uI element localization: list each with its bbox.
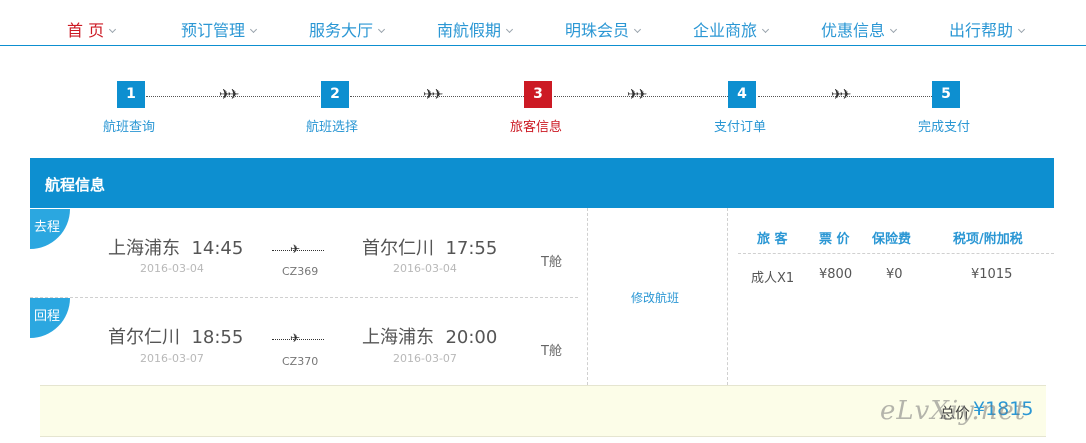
step-number: 1	[117, 81, 145, 108]
top-nav: 首 页 预订管理 服务大厅 南航假期 明珠会员 企业商旅 优惠信息 出行帮助	[0, 0, 1086, 46]
chevron-down-icon	[505, 25, 514, 34]
fare-cell-passenger: 成人X1	[751, 271, 795, 286]
step-number: 4	[728, 81, 756, 108]
chevron-down-icon	[761, 25, 770, 34]
plane-icon: ✈✈	[627, 87, 648, 103]
flight-number: CZ369	[282, 265, 319, 278]
fare-header-insurance: 保险费	[872, 232, 912, 247]
outbound-departure: 上海浦东 14:45	[108, 234, 243, 260]
modify-flight-link[interactable]: 修改航班	[631, 289, 679, 306]
segment-divider	[30, 297, 578, 298]
itinerary-header: 航程信息	[30, 158, 1054, 208]
column-divider	[587, 208, 588, 385]
outbound-arrival: 首尔仁川 17:55	[362, 234, 497, 260]
departure-time: 14:45	[191, 238, 244, 259]
departure-city: 上海浦东	[108, 238, 180, 259]
step-label: 支付订单	[714, 120, 767, 135]
nav-item-label: 预订管理	[181, 21, 246, 40]
step-label: 航班查询	[103, 120, 156, 135]
fare-cell-insurance: ¥0	[886, 267, 903, 282]
nav-item-label: 企业商旅	[693, 21, 758, 40]
nav-item-booking[interactable]: 预订管理	[181, 17, 258, 41]
arrival-date: 2016-03-07	[393, 352, 457, 365]
nav-item-label: 明珠会员	[565, 21, 630, 40]
arrival-time: 20:00	[445, 327, 498, 348]
nav-item-offers[interactable]: 优惠信息	[821, 17, 898, 41]
chevron-down-icon	[1017, 25, 1026, 34]
fare-header-passenger: 旅 客	[757, 232, 788, 247]
return-departure: 首尔仁川 18:55	[108, 323, 243, 349]
arrival-time: 17:55	[445, 238, 498, 259]
outbound-tag: 去程	[30, 209, 70, 249]
arrival-date: 2016-03-04	[393, 262, 457, 275]
departure-date: 2016-03-07	[140, 352, 204, 365]
return-tag: 回程	[30, 298, 70, 338]
fare-header-price: 票 价	[819, 232, 850, 247]
nav-item-home[interactable]: 首 页	[67, 17, 117, 41]
nav-item-business[interactable]: 企业商旅	[693, 17, 770, 41]
plane-icon: ✈✈	[219, 87, 240, 103]
column-divider	[727, 208, 728, 385]
plane-icon: ✈	[290, 242, 301, 256]
nav-item-label: 优惠信息	[821, 21, 886, 40]
fare-header-divider	[738, 253, 1054, 254]
return-arrival: 上海浦东 20:00	[362, 323, 497, 349]
plane-icon: ✈✈	[831, 87, 852, 103]
nav-item-label: 南航假期	[437, 21, 502, 40]
departure-time: 18:55	[191, 327, 244, 348]
nav-item-label: 服务大厅	[309, 21, 374, 40]
step-number-current: 3	[524, 81, 552, 108]
chevron-down-icon	[889, 25, 898, 34]
arrival-city: 首尔仁川	[362, 238, 434, 259]
itinerary-title: 航程信息	[45, 176, 106, 194]
fare-cell-price: ¥800	[819, 267, 853, 282]
plane-icon: ✈✈	[423, 87, 444, 103]
departure-city: 首尔仁川	[108, 327, 180, 348]
step-label: 航班选择	[306, 120, 359, 135]
cabin-class: T舱	[541, 344, 562, 359]
fare-cell-tax: ¥1015	[971, 267, 1013, 282]
outbound-tag-label: 去程	[34, 220, 61, 235]
cabin-class: T舱	[541, 255, 562, 270]
chevron-down-icon	[109, 25, 117, 34]
step-number: 2	[321, 81, 349, 108]
departure-date: 2016-03-04	[140, 262, 204, 275]
nav-item-service[interactable]: 服务大厅	[309, 17, 386, 41]
step-number: 5	[932, 81, 960, 108]
chevron-down-icon	[249, 25, 258, 34]
nav-item-label: 出行帮助	[949, 21, 1014, 40]
nav-item-help[interactable]: 出行帮助	[949, 17, 1026, 41]
fare-header-tax: 税项/附加税	[953, 232, 1023, 247]
plane-icon: ✈	[290, 331, 301, 345]
arrival-city: 上海浦东	[362, 327, 434, 348]
flight-number: CZ370	[282, 355, 319, 368]
watermark: eLvXiy.net	[880, 396, 1027, 426]
chevron-down-icon	[377, 25, 386, 34]
chevron-down-icon	[633, 25, 642, 34]
return-tag-label: 回程	[34, 309, 61, 324]
nav-item-label: 首 页	[67, 21, 105, 40]
step-label: 完成支付	[918, 120, 971, 135]
nav-item-holidays[interactable]: 南航假期	[437, 17, 514, 41]
step-label-current: 旅客信息	[510, 120, 563, 135]
nav-item-membership[interactable]: 明珠会员	[565, 17, 642, 41]
